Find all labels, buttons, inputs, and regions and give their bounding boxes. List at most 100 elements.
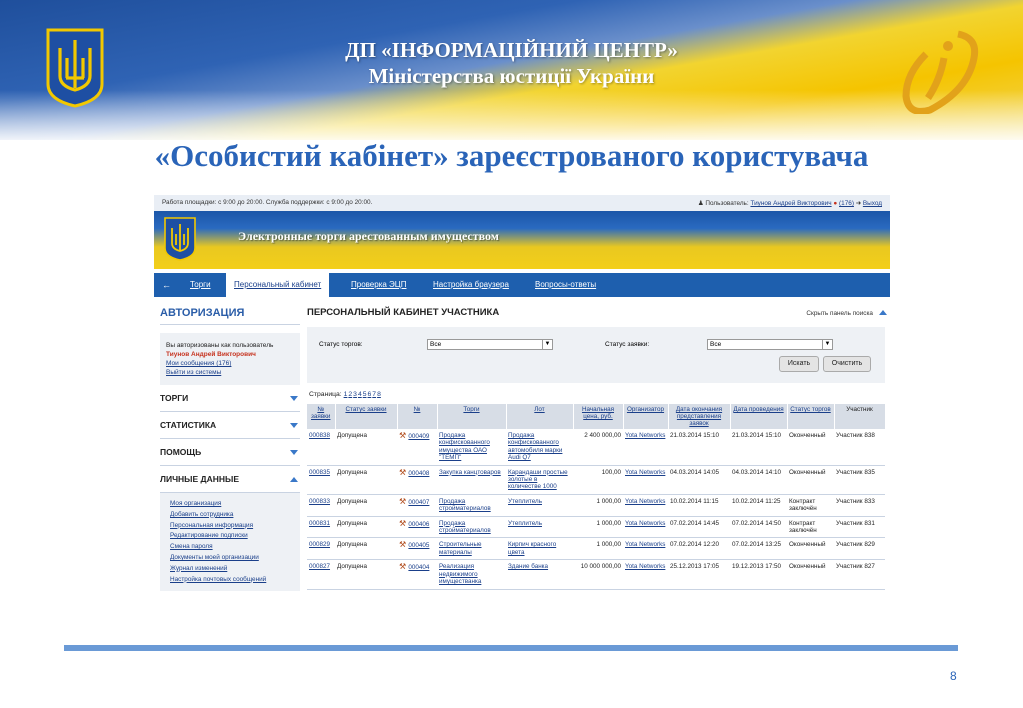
table-row: 000831 Допущена ⚒ 000406 Продажа стройматер… (307, 516, 885, 539)
submenu-edit-subscription[interactable]: Редактирование подписки (170, 531, 290, 542)
date-run: 07.02.2014 14:50 (732, 519, 782, 527)
page-link[interactable]: 5 (363, 391, 367, 398)
torg-number-link[interactable]: 000406 (408, 521, 429, 528)
user-bar: ♟ Пользователь: Тиунов Андрей Викторович… (698, 199, 882, 207)
top-info-bar: Работа площадки: с 9:00 до 20:00. Служба… (154, 195, 890, 211)
table-cell: 000833 (307, 494, 335, 517)
col-header[interactable]: Торги (437, 404, 507, 429)
organizer-link[interactable]: Yota Networks (625, 563, 665, 570)
submenu-org-documents[interactable]: Документы моей организации (170, 553, 290, 564)
lot-link[interactable]: Кирпич красного цвета (508, 541, 556, 555)
col-header[interactable]: Дата проведения (730, 404, 788, 429)
submenu-change-log[interactable]: Журнал изменений (170, 564, 290, 575)
torg-number-link[interactable]: 000407 (408, 499, 429, 506)
sidebar-item-personal-data[interactable]: ЛИЧНЫЕ ДАННЫЕ (160, 466, 300, 493)
page-link[interactable]: 8 (377, 391, 381, 398)
table-cell: ⚒ 000408 (397, 465, 437, 495)
submenu-my-organization[interactable]: Моя организация (170, 499, 290, 510)
message-icon: ● (833, 200, 838, 207)
zayavka-link[interactable]: 000833 (309, 498, 330, 505)
table-cell: Yota Networks (623, 559, 668, 590)
torg-number-link[interactable]: 000408 (408, 470, 429, 477)
zayavka-link[interactable]: 000835 (309, 469, 330, 476)
organizer-link[interactable]: Yota Networks (625, 520, 665, 527)
tab-ecp-check[interactable]: Проверка ЭЦП (351, 273, 406, 297)
sidebar-item-help[interactable]: ПОМОЩЬ (160, 439, 300, 466)
submenu-change-password[interactable]: Смена пароля (170, 542, 290, 553)
col-header[interactable]: Статус торгов (787, 404, 835, 429)
clear-button[interactable]: Очистить (823, 356, 871, 372)
torg-number-link[interactable]: 000405 (408, 542, 429, 549)
status-torg-select[interactable]: Все ▼ (427, 339, 553, 350)
zayavka-link[interactable]: 000838 (309, 432, 330, 439)
hammer-icon: ⚒ (399, 562, 409, 572)
torgi-link[interactable]: Реализация недвижимого имуществанка (439, 563, 481, 585)
col-header[interactable]: № (397, 404, 438, 429)
page-link[interactable]: 3 (353, 391, 357, 398)
col-header[interactable]: Начальная цена, руб. (573, 404, 624, 429)
back-arrow-icon[interactable]: ← (162, 280, 171, 290)
page-link[interactable]: 6 (368, 391, 372, 398)
table-row: 000833 Допущена ⚒ 000407 Продажа стройматер… (307, 494, 885, 517)
torg-number-link[interactable]: 000409 (408, 433, 429, 440)
page-link[interactable]: 2 (348, 391, 352, 398)
torgi-link[interactable]: Продажа стройматериалов (439, 520, 491, 534)
torgi-link[interactable]: Закупка канцтоваров (439, 469, 501, 476)
personal-data-submenu: Моя организация Добавить сотрудника Перс… (160, 493, 300, 592)
lot-link[interactable]: Карандаши простые золотые в количестве 1… (508, 469, 568, 491)
lot-link[interactable]: Продажа конфискованного автомобиля марки… (508, 432, 562, 461)
col-header[interactable]: № заявки (307, 404, 336, 429)
table-cell: Участник 833 (834, 494, 885, 517)
table-cell: Продажа конфискованного автомобиля марки… (506, 429, 573, 466)
submenu-personal-info[interactable]: Персональная информация (170, 521, 290, 532)
page-link[interactable]: 4 (358, 391, 362, 398)
col-header[interactable]: Организатор (623, 404, 669, 429)
submenu-add-employee[interactable]: Добавить сотрудника (170, 510, 290, 521)
my-messages-link[interactable]: Мои сообщения (176) (166, 359, 294, 368)
lot-link[interactable]: Утеплитель (508, 520, 542, 527)
torgi-link[interactable]: Продажа стройматериалов (439, 498, 491, 512)
page-link[interactable]: 1 (344, 391, 348, 398)
zayavka-link[interactable]: 000829 (309, 541, 330, 548)
hide-search-panel-link[interactable]: Скрыть панель поиска (806, 310, 887, 317)
auth-text: Вы авторизованы как пользователь (166, 342, 274, 349)
sidebar-item-statistics[interactable]: СТАТИСТИКА (160, 412, 300, 439)
search-button[interactable]: Искать (779, 356, 819, 372)
torg-number-link[interactable]: 000404 (408, 564, 429, 571)
page-link[interactable]: 7 (372, 391, 376, 398)
sidebar-item-torgi[interactable]: ТОРГИ (160, 385, 300, 412)
submenu-mail-settings[interactable]: Настройка почтовых сообщений (170, 575, 290, 586)
user-name-link[interactable]: Тиунов Андрей Викторович (750, 200, 831, 207)
col-header[interactable]: Дата окончания представления заявок (668, 404, 731, 429)
chevron-up-icon (879, 310, 887, 315)
lot-link[interactable]: Утеплитель (508, 498, 542, 505)
organizer-link[interactable]: Yota Networks (625, 469, 665, 476)
organizer-link[interactable]: Yota Networks (625, 432, 665, 439)
table-cell: Здание банка (506, 559, 573, 590)
lot-link[interactable]: Здание банка (508, 563, 548, 570)
table-cell: Yota Networks (623, 516, 668, 539)
torgi-link[interactable]: Строительные материалы (439, 541, 482, 555)
table-cell: Допущена (335, 494, 397, 517)
status-zayavki-label: Статус заявки: (605, 341, 650, 348)
organizer-link[interactable]: Yota Networks (625, 541, 665, 548)
table-cell: 2 400 000,00 (573, 429, 623, 466)
organizer-link[interactable]: Yota Networks (625, 498, 665, 505)
sidebar-item-label: ЛИЧНЫЕ ДАННЫЕ (160, 474, 239, 484)
col-header[interactable]: Статус заявки (335, 404, 398, 429)
zayavka-link[interactable]: 000827 (309, 563, 330, 570)
col-header[interactable]: Лот (506, 404, 574, 429)
status-zayavki-select[interactable]: Все ▼ (707, 339, 833, 350)
torgi-link[interactable]: Продажа конфискованного имущества ОАО "Т… (439, 432, 490, 461)
tab-torgi[interactable]: Торги (190, 273, 211, 297)
tab-faq[interactable]: Вопросы-ответы (535, 273, 596, 297)
exit-link[interactable]: Выйти из системы (166, 368, 294, 377)
tab-browser-settings[interactable]: Настройка браузера (433, 273, 509, 297)
table-cell: Строительные материалы (437, 537, 506, 561)
slide-heading: «Особистий кабінет» зареєстрованого кори… (154, 138, 869, 173)
logout-link[interactable]: Выход (863, 200, 882, 207)
tab-personal-cabinet[interactable]: Персональный кабинет (226, 273, 330, 297)
messages-link[interactable]: (176) (839, 200, 854, 207)
date-end: 21.03.2014 15:10 (670, 432, 720, 439)
zayavka-link[interactable]: 000831 (309, 520, 330, 527)
